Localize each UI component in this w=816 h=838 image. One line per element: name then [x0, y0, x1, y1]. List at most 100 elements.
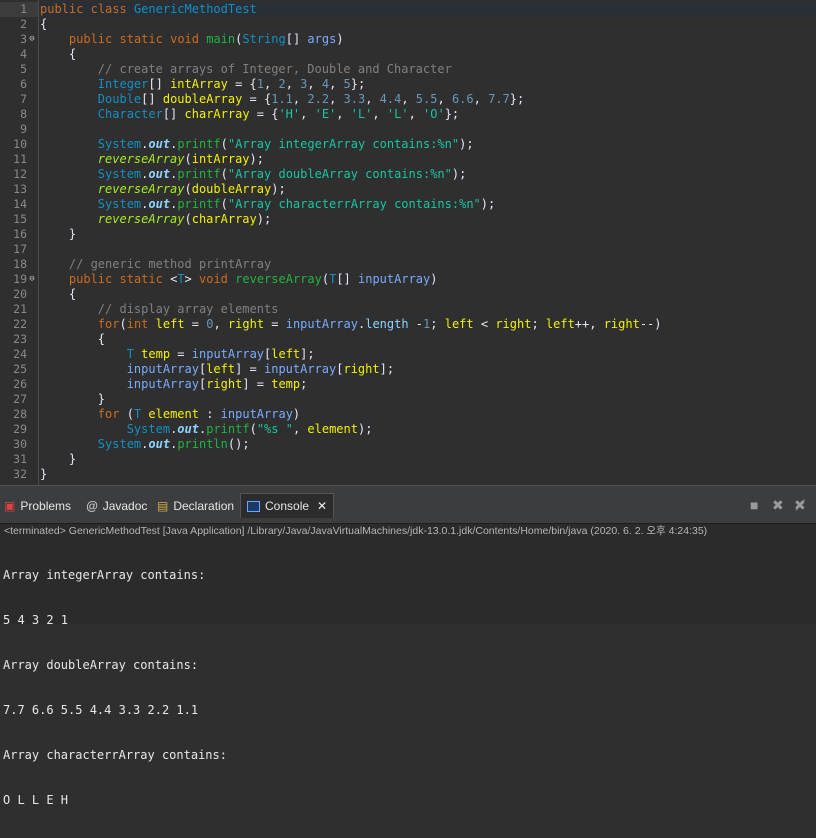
- code-text: T temp = inputArray[left];: [126, 347, 315, 361]
- code-line: 24 T temp = inputArray[left];: [0, 347, 816, 362]
- code-text: for(int left = 0, right = inputArray.len…: [97, 317, 662, 331]
- console-line: 5 4 3 2 1: [3, 613, 69, 627]
- code-text: System.out.printf("Array integerArray co…: [97, 137, 474, 151]
- line-number: 16: [13, 227, 27, 241]
- code-text: for (T element : inputArray): [97, 407, 301, 421]
- bottom-panel: ▣ Problems @ Javadoc ▤ Declaration Conso…: [0, 485, 816, 807]
- line-number: 11: [13, 152, 27, 166]
- code-text: reverseArray(charArray);: [97, 212, 272, 226]
- code-text: reverseArray(intArray);: [97, 152, 264, 166]
- line-number: 25: [13, 362, 27, 376]
- code-text: }: [40, 227, 77, 241]
- code-line: 17: [0, 242, 816, 257]
- line-number: 21: [13, 302, 27, 316]
- code-editor[interactable]: 1 public class GenericMethodTest 2{3 ⊖ publ…: [0, 0, 816, 485]
- code-line: 19 ⊖ public static <T> void reverseArray(…: [0, 272, 816, 287]
- code-text: inputArray[right] = temp;: [126, 377, 308, 391]
- line-number: 27: [13, 392, 27, 406]
- tab-label: Problems: [20, 499, 72, 513]
- remove-all-terminated-icon[interactable]: ✖̸: [794, 497, 806, 514]
- code-text: reverseArray(doubleArray);: [97, 182, 286, 196]
- code-line: 28 for (T element : inputArray): [0, 407, 816, 422]
- console-output[interactable]: Array integerArray contains: 5 4 3 2 1 A…: [3, 538, 227, 838]
- line-number: 19: [13, 272, 27, 286]
- line-number: 18: [13, 257, 27, 271]
- code-text: System.out.printf("Array doubleArray con…: [97, 167, 467, 181]
- line-number: 23: [13, 332, 27, 346]
- panel-tabbar: ▣ Problems @ Javadoc ▤ Declaration Conso…: [0, 485, 816, 524]
- code-line: 13 reverseArray(doubleArray);: [0, 182, 816, 197]
- tab-console[interactable]: Console ✕: [240, 493, 335, 518]
- tab-label: Console: [265, 499, 310, 513]
- javadoc-icon: @: [86, 499, 98, 513]
- code-line: 4 {: [0, 47, 816, 62]
- line-number: 1: [20, 2, 27, 16]
- line-number: 7: [20, 92, 27, 106]
- line-number: 24: [13, 347, 27, 361]
- code-text: Integer[] intArray = {1, 2, 3, 4, 5};: [97, 77, 366, 91]
- fold-collapse-icon[interactable]: ⊖: [27, 34, 37, 44]
- code-line: 21 // display array elements: [0, 302, 816, 317]
- console-icon: [247, 500, 260, 512]
- code-text: {: [40, 332, 106, 346]
- line-number: 29: [13, 422, 27, 436]
- tab-problems[interactable]: ▣ Problems: [4, 495, 71, 517]
- code-text: System.out.printf("%s ", element);: [126, 422, 373, 436]
- code-text: System.out.println();: [97, 437, 250, 451]
- code-line: 18 // generic method printArray: [0, 257, 816, 272]
- code-text: public class GenericMethodTest: [40, 2, 257, 16]
- problems-icon: ▣: [4, 499, 16, 513]
- line-number: 26: [13, 377, 27, 391]
- code-text: // display array elements: [97, 302, 279, 316]
- tab-label: Declaration: [173, 499, 235, 513]
- code-text: // generic method printArray: [68, 257, 272, 271]
- code-line: 16 }: [0, 227, 816, 242]
- code-text: }: [40, 392, 106, 406]
- line-number: 22: [13, 317, 27, 331]
- fold-collapse-icon[interactable]: ⊖: [27, 274, 37, 284]
- close-icon[interactable]: ✕: [317, 499, 327, 513]
- code-text: inputArray[left] = inputArray[right];: [126, 362, 395, 376]
- console-line: O L L E H: [3, 793, 69, 807]
- line-number: 31: [13, 452, 27, 466]
- code-text: {: [40, 47, 77, 61]
- terminate-icon[interactable]: ■: [750, 497, 758, 513]
- console-line: 7.7 6.6 5.5 4.4 3.3 2.2 1.1: [3, 703, 199, 717]
- code-line: 23 {: [0, 332, 816, 347]
- code-text: }: [40, 452, 77, 466]
- code-text: {: [40, 287, 77, 301]
- declaration-icon: ▤: [157, 499, 169, 513]
- code-text: public static <T> void reverseArray(T[] …: [68, 272, 438, 286]
- line-number: 13: [13, 182, 27, 196]
- code-line: 2{: [0, 17, 816, 32]
- line-number: 12: [13, 167, 27, 181]
- line-number: 30: [13, 437, 27, 451]
- line-number: 4: [20, 47, 27, 61]
- code-line: 30 System.out.println();: [0, 437, 816, 452]
- code-line: 6 Integer[] intArray = {1, 2, 3, 4, 5};: [0, 77, 816, 92]
- tab-javadoc[interactable]: @ Javadoc: [86, 495, 147, 517]
- code-line: 31 }: [0, 452, 816, 467]
- code-line: 25 inputArray[left] = inputArray[right];: [0, 362, 816, 377]
- line-number: 14: [13, 197, 27, 211]
- code-text: Double[] doubleArray = {1.1, 2.2, 3.3, 4…: [97, 92, 525, 106]
- code-line: 3 ⊖ public static void main(String[] args…: [0, 32, 816, 47]
- line-number: 6: [20, 77, 27, 91]
- code-line: 20 {: [0, 287, 816, 302]
- line-number: 15: [13, 212, 27, 226]
- code-line: 26 inputArray[right] = temp;: [0, 377, 816, 392]
- code-line: 32}: [0, 467, 816, 482]
- code-text: // create arrays of Integer, Double and …: [97, 62, 452, 76]
- tab-declaration[interactable]: ▤ Declaration: [157, 495, 234, 517]
- code-line: 7 Double[] doubleArray = {1.1, 2.2, 3.3,…: [0, 92, 816, 107]
- console-line: Array characterrArray contains:: [3, 748, 227, 762]
- code-text: {: [40, 17, 48, 31]
- remove-launch-icon[interactable]: ✖: [772, 497, 784, 514]
- code-line: 10 System.out.printf("Array integerArray…: [0, 137, 816, 152]
- line-number: 32: [13, 467, 27, 481]
- code-text: System.out.printf("Array characterrArray…: [97, 197, 496, 211]
- console-status: <terminated> GenericMethodTest [Java App…: [4, 525, 708, 537]
- line-number: 9: [20, 122, 27, 136]
- code-line: 8 Character[] charArray = {'H', 'E', 'L'…: [0, 107, 816, 122]
- code-line: 27 }: [0, 392, 816, 407]
